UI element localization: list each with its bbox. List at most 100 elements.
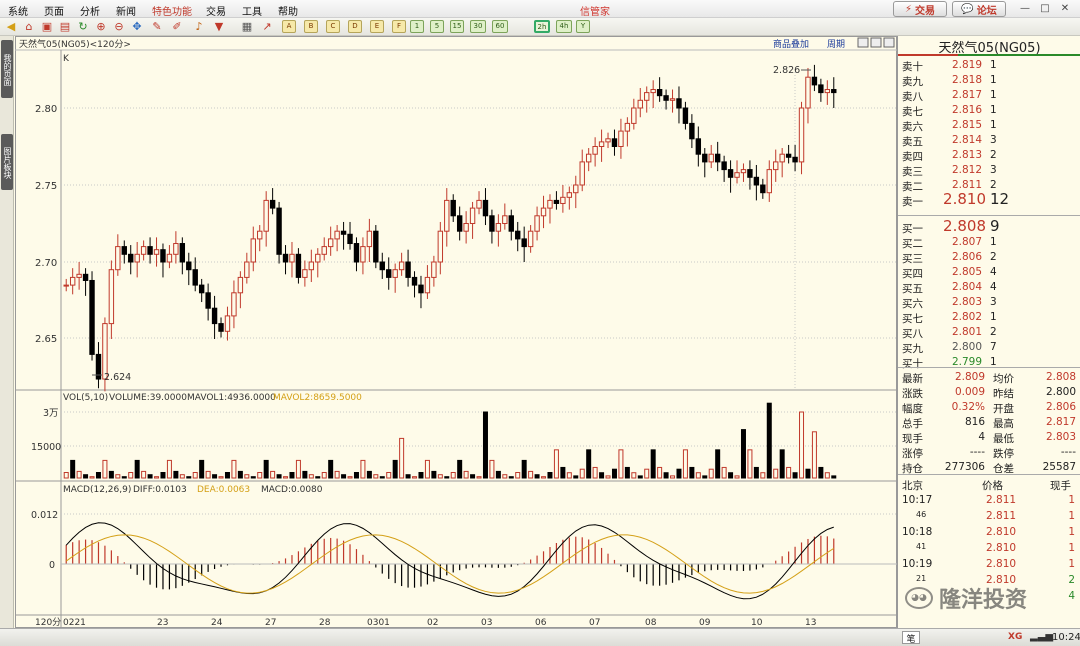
bid-volume: 1: [990, 236, 997, 248]
tool-c-icon[interactable]: C: [326, 20, 340, 33]
period-15-button[interactable]: 15: [450, 20, 464, 33]
date-label: 28: [319, 618, 331, 628]
pane-buttons[interactable]: [857, 37, 895, 48]
period-30-button[interactable]: 30: [470, 20, 486, 33]
overlay-link[interactable]: 商品叠加: [773, 38, 809, 50]
period-year-button[interactable]: Y: [576, 20, 590, 33]
filter-icon[interactable]: ▼: [212, 20, 226, 33]
image-board-tab[interactable]: 图片板块: [1, 134, 13, 190]
candle-body: [521, 238, 527, 248]
volume-bar: [347, 476, 353, 479]
close-icon[interactable]: ✕: [1058, 2, 1072, 15]
period-4h-button[interactable]: 4h: [556, 20, 572, 33]
candle-body: [502, 215, 508, 225]
menu-analysis[interactable]: 分析: [80, 3, 100, 18]
refresh-icon[interactable]: ↻: [76, 20, 90, 33]
candle-body: [760, 184, 766, 194]
home-icon[interactable]: ⌂: [22, 20, 36, 33]
candle-body: [560, 196, 566, 204]
period-60-button[interactable]: 60: [492, 20, 508, 33]
tool-a-icon[interactable]: A: [282, 20, 296, 33]
candle-body: [108, 269, 115, 325]
bid-row[interactable]: 买一 2.808 9: [898, 217, 1080, 235]
bid-row[interactable]: 买七 2.802 1: [898, 310, 1080, 325]
tool-e-icon[interactable]: E: [370, 20, 384, 33]
candle-body: [482, 199, 489, 217]
bid-row[interactable]: 买五 2.804 4: [898, 280, 1080, 295]
candle-body: [773, 161, 779, 171]
ask-row[interactable]: 卖九 2.818 1: [898, 73, 1080, 88]
ask-row[interactable]: 卖八 2.817 1: [898, 88, 1080, 103]
trades-header-time: 北京: [902, 480, 923, 492]
table-icon[interactable]: ▦: [240, 20, 254, 33]
bid-row[interactable]: 买八 2.801 2: [898, 325, 1080, 340]
bid-row[interactable]: 买二 2.807 1: [898, 235, 1080, 250]
volume-bar: [89, 476, 95, 479]
menu-help[interactable]: 帮助: [278, 3, 298, 18]
trade-button[interactable]: ⚡ 交易: [893, 1, 947, 17]
forum-button[interactable]: 💬 论坛: [952, 1, 1006, 17]
trade-volume: 1: [1068, 558, 1075, 570]
minimize-icon[interactable]: —: [1018, 2, 1032, 15]
tv-icon[interactable]: ▤: [58, 20, 72, 33]
cursor-icon[interactable]: ✥: [130, 20, 144, 33]
tool-d-icon[interactable]: D: [348, 20, 362, 33]
candle-body: [566, 192, 573, 198]
menu-news[interactable]: 新闻: [116, 3, 136, 18]
ask-row[interactable]: 卖三 2.812 3: [898, 163, 1080, 178]
volume-bar: [295, 459, 301, 479]
tick-tab[interactable]: 笔: [902, 631, 920, 645]
red-accent-bar: [898, 54, 958, 56]
ask-row[interactable]: 卖十 2.819 1: [898, 58, 1080, 73]
volume-bar: [121, 476, 127, 479]
candle-body: [386, 269, 392, 278]
stat-value: 0.32%: [951, 401, 985, 413]
back-arrow-icon[interactable]: ◀: [4, 20, 18, 33]
bid-row[interactable]: 买六 2.803 3: [898, 295, 1080, 310]
k-label: K: [63, 54, 70, 64]
line-chart-icon[interactable]: ↗: [260, 20, 274, 33]
tool-b-icon[interactable]: B: [304, 20, 318, 33]
bid-row[interactable]: 买九 2.800 7: [898, 340, 1080, 355]
pen-icon[interactable]: ✎: [150, 20, 164, 33]
bell-icon[interactable]: ♪: [192, 20, 206, 33]
ask-row[interactable]: 卖四 2.813 2: [898, 148, 1080, 163]
tool-f-icon[interactable]: F: [392, 20, 406, 33]
period-link[interactable]: 周期: [827, 39, 845, 50]
volume-bar: [689, 466, 695, 479]
ask-row[interactable]: 卖七 2.816 1: [898, 103, 1080, 118]
ask-row[interactable]: 卖五 2.814 3: [898, 133, 1080, 148]
volume-bar: [476, 476, 482, 479]
chart-area[interactable]: 天然气05(NG05)<120分> K 商品叠加 周期 2.80 2.75 2.…: [15, 36, 897, 628]
volume-bar: [760, 472, 766, 479]
ask-row[interactable]: 卖六 2.815 1: [898, 118, 1080, 133]
period-5-button[interactable]: 5: [430, 20, 444, 33]
candle-body: [702, 153, 708, 163]
period-2h-button[interactable]: 2h: [534, 20, 550, 33]
brush-icon[interactable]: ✐: [170, 20, 184, 33]
ask-row[interactable]: 卖二 2.811 2: [898, 178, 1080, 193]
watermark-text: 隆洋投资: [939, 588, 1028, 613]
my-page-tab[interactable]: 我的页面: [1, 40, 13, 98]
menu-features[interactable]: 特色功能: [152, 3, 192, 18]
ask-label: 卖一: [902, 196, 923, 208]
monitor-icon[interactable]: ▣: [40, 20, 54, 33]
ask-row[interactable]: 卖一 2.810 12: [898, 190, 1080, 208]
menu-page[interactable]: 页面: [44, 3, 64, 18]
maximize-icon[interactable]: □: [1038, 2, 1052, 15]
bid-row[interactable]: 买四 2.805 4: [898, 265, 1080, 280]
menu-tools[interactable]: 工具: [242, 3, 262, 18]
bid-row[interactable]: 买三 2.806 2: [898, 250, 1080, 265]
ask-price: 2.816: [951, 104, 982, 116]
zoom-out-icon[interactable]: ⊖: [112, 20, 126, 33]
volume-bar: [212, 474, 218, 479]
period-1-button[interactable]: 1: [410, 20, 424, 33]
bid-label: 买九: [902, 343, 923, 355]
candle-body: [766, 169, 772, 194]
menu-system[interactable]: 系统: [8, 3, 28, 18]
zoom-in-icon[interactable]: ⊕: [94, 20, 108, 33]
menu-trade[interactable]: 交易: [206, 3, 226, 18]
candle-body: [315, 253, 321, 263]
candle-body: [166, 253, 173, 263]
candle-body: [211, 307, 218, 325]
